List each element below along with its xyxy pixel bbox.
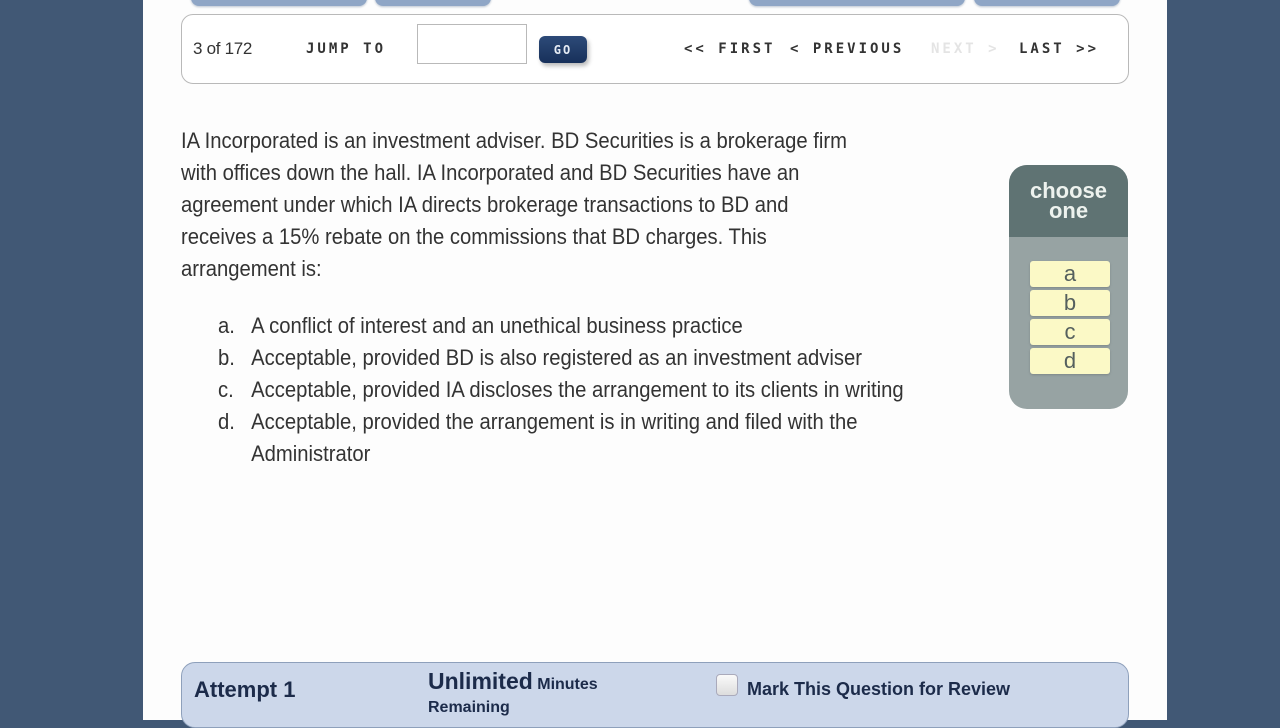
choose-title-line2: one bbox=[1048, 198, 1089, 223]
top-tab[interactable] bbox=[375, 0, 491, 6]
choose-one-header: choose one bbox=[1009, 165, 1128, 237]
choice-b-button[interactable]: b bbox=[1030, 290, 1110, 316]
last-link[interactable]: LAST >> bbox=[1019, 41, 1099, 57]
option-text: Acceptable, provided BD is also register… bbox=[251, 345, 863, 370]
option-text: A conflict of interest and an unethical … bbox=[251, 313, 743, 338]
previous-link[interactable]: < PREVIOUS bbox=[790, 41, 904, 57]
answer-option: c. Acceptable, provided IA discloses the… bbox=[218, 374, 917, 406]
jump-to-label: JUMP TO bbox=[306, 41, 387, 57]
time-unit: Minutes bbox=[537, 676, 598, 693]
question-stem: IA Incorporated is an investment adviser… bbox=[181, 128, 847, 281]
mark-review-label[interactable]: Mark This Question for Review bbox=[747, 679, 1010, 700]
status-footer: Attempt 1 Unlimited Minutes Remaining Ma… bbox=[181, 662, 1129, 728]
time-value: Unlimited bbox=[428, 668, 533, 694]
option-text: Acceptable, provided IA discloses the ar… bbox=[251, 377, 904, 402]
answer-options-list: a. A conflict of interest and an unethic… bbox=[218, 310, 917, 470]
attempt-label: Attempt 1 bbox=[194, 677, 296, 702]
next-link-disabled: NEXT > bbox=[931, 41, 1000, 57]
answer-option: a. A conflict of interest and an unethic… bbox=[218, 310, 917, 342]
answer-option: d. Acceptable, provided the arrangement … bbox=[218, 406, 917, 470]
choice-a-button[interactable]: a bbox=[1030, 261, 1110, 287]
time-remaining: Unlimited Minutes Remaining bbox=[428, 668, 598, 717]
navigation-bar: 3 of 172 JUMP TO GO << FIRST < PREVIOUS … bbox=[181, 14, 1129, 84]
option-letter: c. bbox=[218, 377, 234, 402]
question-counter: 3 of 172 bbox=[193, 39, 253, 58]
answer-option: b. Acceptable, provided BD is also regis… bbox=[218, 342, 917, 374]
mark-review-toggle[interactable]: Mark This Question for Review bbox=[716, 673, 1010, 700]
choose-one-panel: choose one a b c d bbox=[1009, 165, 1128, 409]
first-link[interactable]: << FIRST bbox=[684, 41, 775, 57]
mark-review-checkbox[interactable] bbox=[716, 673, 738, 696]
option-letter: a. bbox=[218, 313, 235, 338]
option-text: Acceptable, provided the arrangement is … bbox=[251, 409, 858, 466]
option-letter: b. bbox=[218, 345, 235, 370]
content-page: 3 of 172 JUMP TO GO << FIRST < PREVIOUS … bbox=[143, 0, 1167, 728]
top-tab[interactable] bbox=[191, 0, 367, 6]
choice-d-button[interactable]: d bbox=[1030, 348, 1110, 374]
top-tab[interactable] bbox=[974, 0, 1120, 6]
choice-c-button[interactable]: c bbox=[1030, 319, 1110, 345]
option-letter: d. bbox=[218, 409, 235, 434]
jump-to-input[interactable] bbox=[417, 24, 527, 64]
go-button[interactable]: GO bbox=[539, 36, 587, 63]
time-suffix: Remaining bbox=[428, 699, 510, 716]
top-tab[interactable] bbox=[749, 0, 965, 6]
